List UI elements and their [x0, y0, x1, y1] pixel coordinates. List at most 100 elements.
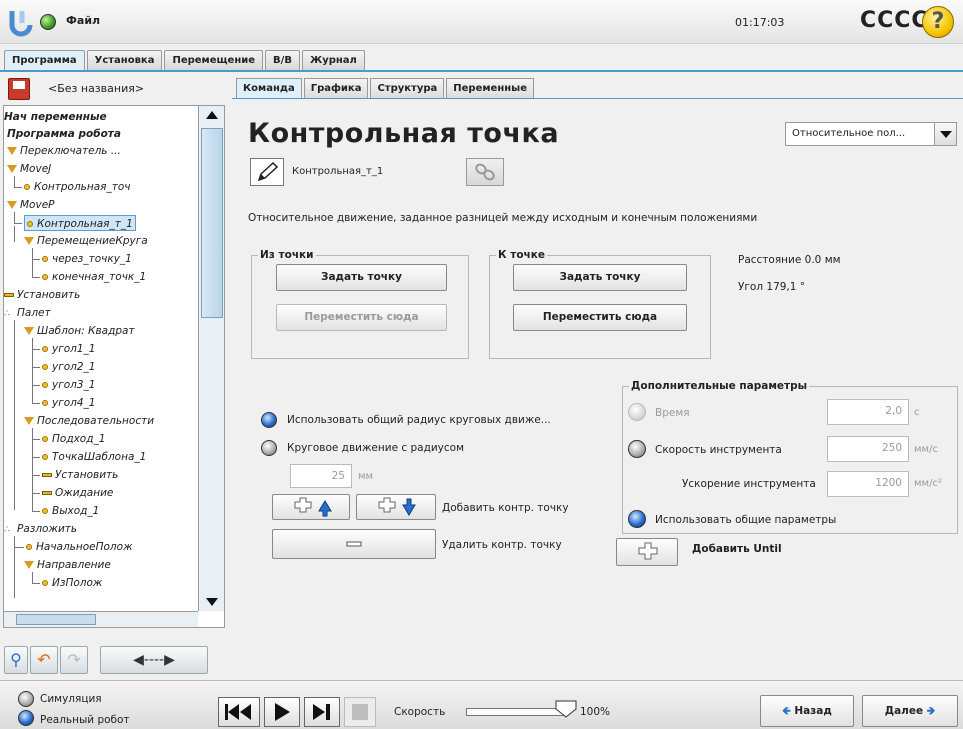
- speed-slider[interactable]: [466, 708, 566, 716]
- tree-node[interactable]: ∴ Палет: [4, 305, 51, 321]
- radius-input[interactable]: 25: [290, 464, 352, 488]
- tab-installation[interactable]: Установка: [86, 50, 163, 70]
- mode-select[interactable]: Относительное пол...: [785, 122, 957, 146]
- tree-node[interactable]: угол3_1: [42, 377, 95, 393]
- tab-variables[interactable]: Переменные: [446, 78, 534, 98]
- help-icon[interactable]: ?: [922, 6, 954, 38]
- tab-structure[interactable]: Структура: [370, 78, 445, 98]
- tree-node[interactable]: через_точку_1: [42, 251, 132, 267]
- undo-icon[interactable]: ↶: [30, 646, 58, 674]
- tab-program[interactable]: Программа: [4, 50, 85, 70]
- tree-node[interactable]: Выход_1: [42, 503, 99, 519]
- tree-horizontal-scrollbar[interactable]: [4, 611, 198, 627]
- tree-node[interactable]: Установить: [4, 287, 80, 303]
- tree-node[interactable]: MoveP: [7, 197, 55, 213]
- rewind-icon: [225, 704, 251, 720]
- scroll-up-icon[interactable]: [206, 111, 218, 119]
- tree-node[interactable]: Установить: [42, 467, 118, 483]
- add-waypoint-label: Добавить контр. точку: [442, 502, 569, 514]
- shared-params-radio[interactable]: [628, 510, 646, 528]
- tab-io[interactable]: В/В: [265, 50, 300, 70]
- to-move-here-button[interactable]: Переместить сюда: [513, 304, 687, 331]
- rename-button[interactable]: [250, 158, 284, 186]
- scroll-thumb[interactable]: [201, 128, 223, 318]
- tree-node[interactable]: угол4_1: [42, 395, 95, 411]
- tree-node[interactable]: MoveJ: [7, 161, 51, 177]
- program-tree[interactable]: Нач переменные Программа робота Переключ…: [3, 105, 225, 628]
- speed-slider-thumb[interactable]: [555, 700, 577, 718]
- tree-vertical-scrollbar[interactable]: [198, 106, 224, 611]
- tree-node[interactable]: Последовательности: [24, 413, 154, 429]
- tree-node[interactable]: Ожидание: [42, 485, 113, 501]
- tab-graphics[interactable]: Графика: [303, 78, 369, 98]
- tree-node[interactable]: ИзПолож: [42, 575, 102, 591]
- wait-icon: [42, 491, 52, 495]
- redo-icon[interactable]: ↷: [60, 646, 88, 674]
- from-set-point-button[interactable]: Задать точку: [276, 264, 447, 291]
- tree-node-selected[interactable]: Контрольная_т_1: [24, 215, 136, 231]
- back-label: Назад: [794, 705, 832, 717]
- tree-node[interactable]: конечная_точк_1: [42, 269, 146, 285]
- tab-divider: [0, 70, 963, 72]
- tree-node[interactable]: Переключатель ...: [7, 143, 121, 159]
- robot-status-icon[interactable]: [40, 14, 56, 30]
- tree-node[interactable]: Шаблон: Квадрат: [24, 323, 135, 339]
- next-button[interactable]: Далее 🡺: [862, 695, 958, 727]
- to-set-point-button[interactable]: Задать точку: [513, 264, 687, 291]
- rewind-button[interactable]: [218, 697, 260, 727]
- remove-waypoint-button[interactable]: [272, 529, 436, 559]
- tree-node[interactable]: Программа робота: [7, 126, 121, 142]
- chevron-down-icon[interactable]: [934, 123, 956, 145]
- blend-radius-radio[interactable]: [261, 440, 277, 456]
- add-after-icon: [378, 497, 416, 516]
- tree-label: угол2_1: [52, 361, 96, 373]
- add-before-button[interactable]: [272, 494, 350, 520]
- add-until-button[interactable]: [616, 538, 678, 566]
- tree-label: Выход_1: [52, 505, 100, 517]
- tab-log[interactable]: Журнал: [301, 50, 365, 70]
- ur-logo-icon: [8, 7, 38, 37]
- back-button[interactable]: 🡸 Назад: [760, 695, 854, 727]
- time-radio[interactable]: [628, 403, 646, 421]
- search-icon[interactable]: ⚲: [4, 646, 28, 674]
- tree-node[interactable]: ТочкаШаблона_1: [42, 449, 146, 465]
- save-icon[interactable]: [8, 78, 30, 100]
- scroll-thumb[interactable]: [16, 614, 96, 625]
- scroll-down-icon[interactable]: [206, 598, 218, 606]
- tree-node[interactable]: Подход_1: [42, 431, 105, 447]
- stop-button[interactable]: [344, 697, 376, 727]
- tree-node[interactable]: угол2_1: [42, 359, 95, 375]
- tree-node[interactable]: ПеремещениеКруга: [24, 233, 148, 249]
- time-input[interactable]: 2,0: [827, 399, 909, 425]
- mode-select-value: Относительное пол...: [792, 128, 906, 139]
- waypoint-icon: [42, 346, 48, 352]
- play-icon: [275, 703, 290, 721]
- tab-command[interactable]: Команда: [236, 78, 302, 98]
- real-robot-radio[interactable]: [18, 710, 34, 726]
- folder-icon: [7, 165, 17, 173]
- tree-node[interactable]: Контрольная_точ: [24, 179, 130, 195]
- real-robot-label: Реальный робот: [40, 714, 130, 726]
- from-move-here-button[interactable]: Переместить сюда: [276, 304, 447, 331]
- blend-shared-radio[interactable]: [261, 412, 277, 428]
- link-button[interactable]: [466, 158, 504, 186]
- tool-accel-input[interactable]: 1200: [827, 471, 909, 497]
- tool-speed-radio[interactable]: [628, 440, 646, 458]
- command-tabs: Команда Графика Структура Переменные: [236, 78, 536, 98]
- move-node-icon[interactable]: ◀----▶: [100, 646, 208, 674]
- tab-move[interactable]: Перемещение: [164, 50, 264, 70]
- add-after-button[interactable]: [356, 494, 436, 520]
- simulation-radio[interactable]: [18, 691, 34, 707]
- tree-node[interactable]: Направление: [24, 557, 111, 573]
- tree-label: Нач переменные: [4, 111, 107, 123]
- tree-node[interactable]: НачальноеПолож: [26, 539, 133, 555]
- tree-node[interactable]: Нач переменные: [4, 109, 107, 125]
- depallet-icon: ∴: [4, 525, 10, 535]
- tool-speed-input[interactable]: 250: [827, 436, 909, 462]
- tree-node[interactable]: ∴ Разложить: [4, 521, 77, 537]
- play-button[interactable]: [264, 697, 300, 727]
- waypoint-icon: [42, 400, 48, 406]
- file-menu[interactable]: Файл: [66, 14, 100, 27]
- step-button[interactable]: [304, 697, 340, 727]
- tree-node[interactable]: угол1_1: [42, 341, 95, 357]
